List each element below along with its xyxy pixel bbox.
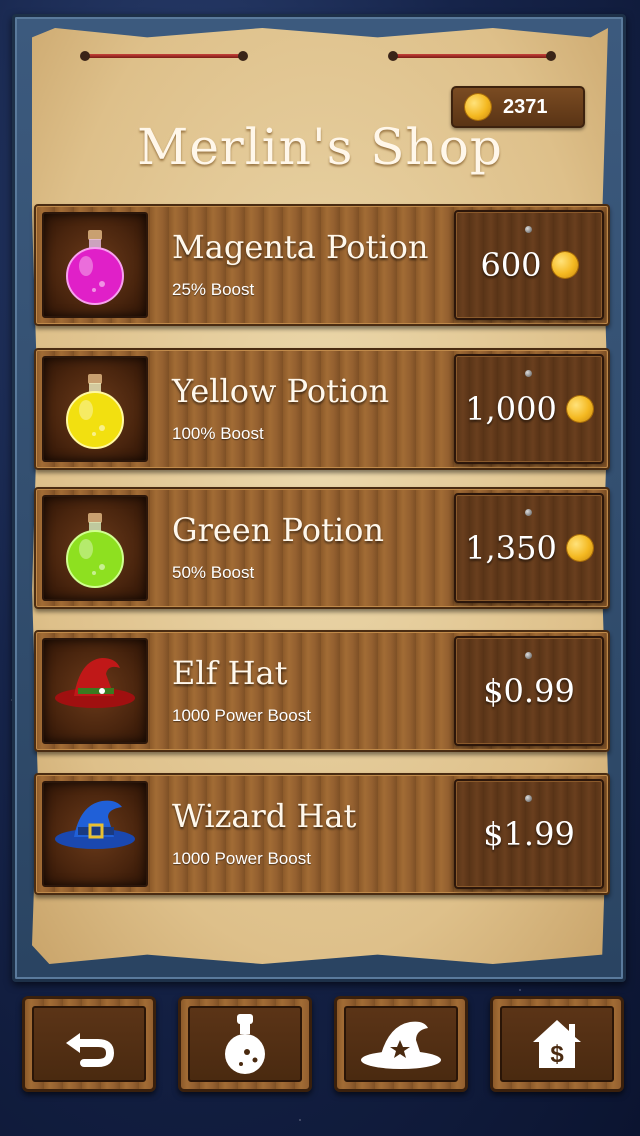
hanging-rope-right xyxy=(388,51,556,61)
wizard-hat-icon xyxy=(42,781,148,887)
item-name: Elf Hat xyxy=(172,654,288,692)
item-description: 1000 Power Boost xyxy=(172,849,311,868)
wizard-hat-icon xyxy=(361,1021,441,1069)
item-description: 50% Boost xyxy=(172,563,255,582)
item-price: 600 xyxy=(480,246,542,284)
shop-item-row: Magenta Potion 25% Boost 600 xyxy=(34,204,610,326)
item-description: 25% Boost xyxy=(172,280,255,299)
buy-magenta-potion-button[interactable]: 600 xyxy=(454,210,604,320)
coin-icon xyxy=(465,94,491,120)
item-price: 1,000 xyxy=(465,390,557,428)
elf-hat-icon xyxy=(42,638,148,744)
coin-icon xyxy=(566,396,593,422)
buy-wizard-hat-button[interactable]: $1.99 xyxy=(454,779,604,889)
magenta-potion-icon xyxy=(42,212,148,318)
shop-item-row: Elf Hat 1000 Power Boost $0.99 xyxy=(34,630,610,752)
store-tab-button[interactable]: $ xyxy=(490,996,624,1092)
coin-icon xyxy=(566,535,593,561)
house-dollar-icon: $ xyxy=(533,1020,581,1068)
item-price: $1.99 xyxy=(483,815,575,853)
buy-elf-hat-button[interactable]: $0.99 xyxy=(454,636,604,746)
coin-icon xyxy=(551,252,578,278)
nail-icon xyxy=(525,652,532,659)
svg-text:$: $ xyxy=(550,1041,564,1068)
buy-green-potion-button[interactable]: 1,350 xyxy=(454,493,604,603)
green-potion-icon xyxy=(42,495,148,601)
page-title: Merlin's Shop xyxy=(137,118,503,176)
nail-icon xyxy=(525,509,532,516)
back-arrow-icon xyxy=(66,1033,115,1067)
item-name: Magenta Potion xyxy=(172,228,429,266)
item-name: Wizard Hat xyxy=(172,797,357,835)
hanging-rope-left xyxy=(80,51,248,61)
item-price: 1,350 xyxy=(465,529,557,567)
nail-icon xyxy=(525,795,532,802)
nail-icon xyxy=(525,226,532,233)
shop-item-row: Wizard Hat 1000 Power Boost $1.99 xyxy=(34,773,610,895)
potions-tab-button[interactable] xyxy=(178,996,312,1092)
back-button[interactable] xyxy=(22,996,156,1092)
shop-item-row: Yellow Potion 100% Boost 1,000 xyxy=(34,348,610,470)
item-price: $0.99 xyxy=(483,672,575,710)
potion-icon xyxy=(225,1014,265,1074)
hats-tab-button[interactable] xyxy=(334,996,468,1092)
item-description: 1000 Power Boost xyxy=(172,706,311,725)
buy-yellow-potion-button[interactable]: 1,000 xyxy=(454,354,604,464)
item-name: Yellow Potion xyxy=(172,372,390,410)
item-description: 100% Boost xyxy=(172,424,264,443)
coin-balance-value: 2371 xyxy=(503,95,548,118)
item-name: Green Potion xyxy=(172,511,384,549)
shop-item-row: Green Potion 50% Boost 1,350 xyxy=(34,487,610,609)
yellow-potion-icon xyxy=(42,356,148,462)
nail-icon xyxy=(525,370,532,377)
